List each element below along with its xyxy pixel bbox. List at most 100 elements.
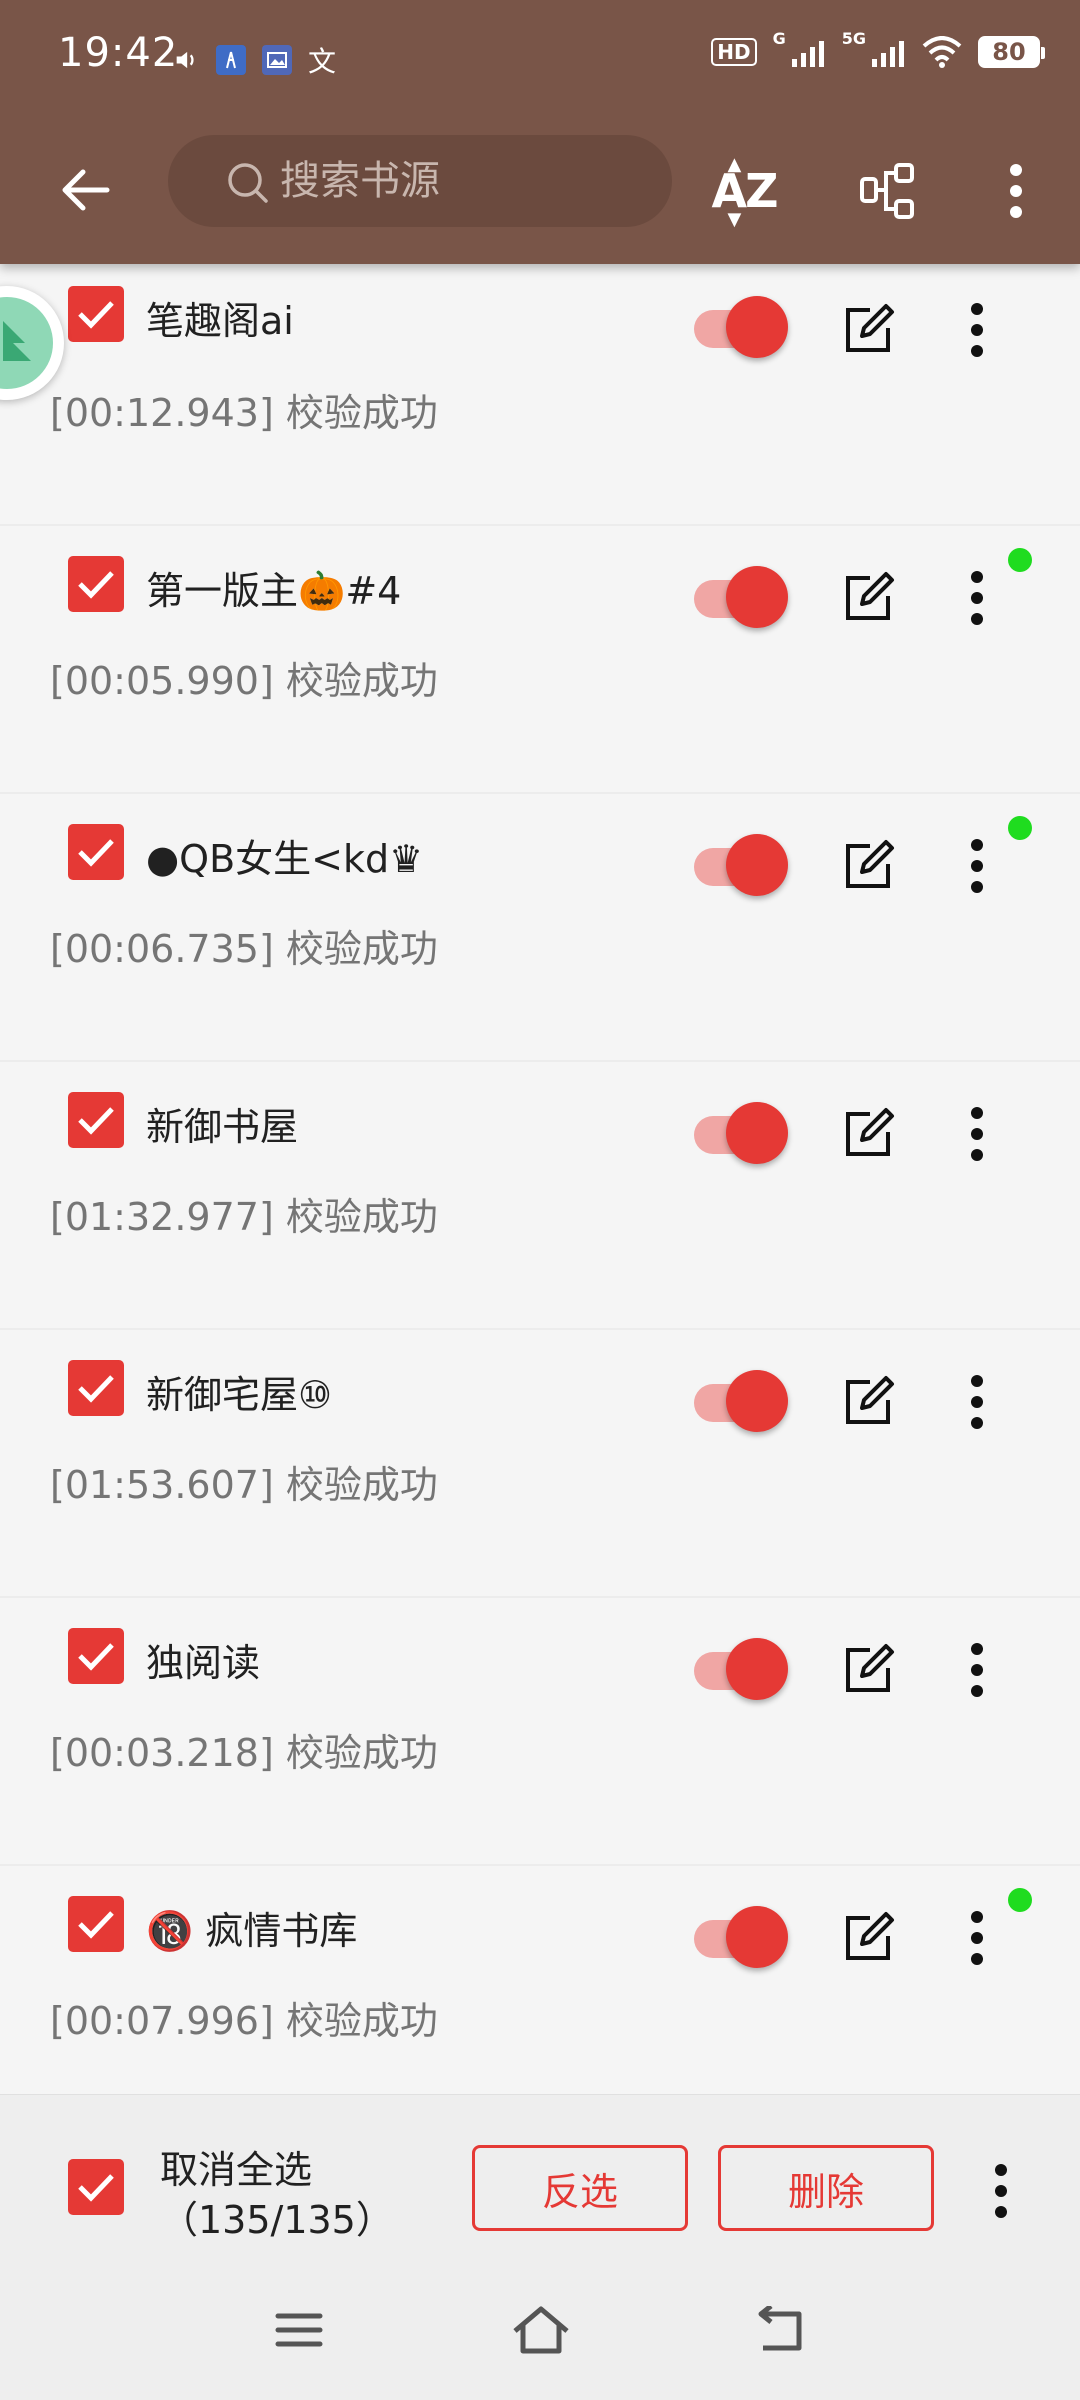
item-checkbox[interactable] (68, 1896, 124, 1952)
source-name: 第一版主🎃#4 (146, 569, 402, 613)
list-item[interactable]: 第一版主🎃#4 [00:05.990] 校验成功 (0, 526, 1080, 794)
status-bar: 19:42 文 HD G 5G 80 (0, 0, 1080, 115)
enable-switch[interactable] (690, 1900, 790, 1970)
more-vert-icon (971, 1643, 983, 1697)
check-icon (78, 1375, 114, 1403)
item-checkbox[interactable] (68, 1360, 124, 1416)
selection-count: （135/135） (160, 2198, 394, 2242)
enable-switch[interactable] (690, 1632, 790, 1702)
arrow-left-icon (62, 169, 110, 211)
source-status: [00:03.218] 校验成功 (50, 1731, 438, 1775)
edit-button[interactable] (836, 566, 900, 630)
source-name: 新御宅屋⑩ (146, 1373, 333, 1417)
more-vert-icon (971, 1911, 983, 1965)
list-item[interactable]: 独阅读 [00:03.218] 校验成功 (0, 1598, 1080, 1866)
check-icon (78, 571, 114, 599)
signal-icon (791, 41, 824, 67)
check-icon (78, 1911, 114, 1939)
source-name: ●QB女生<kd♛ (146, 837, 424, 881)
item-more-button[interactable] (952, 1094, 1002, 1174)
enable-switch[interactable] (690, 290, 790, 360)
list-item[interactable]: 🔞 疯情书库 [00:07.996] 校验成功 (0, 1866, 1080, 2094)
bottom-more-button[interactable] (976, 2151, 1026, 2231)
item-checkbox[interactable] (68, 1628, 124, 1684)
back-icon (758, 2306, 802, 2351)
item-checbox[interactable] (68, 824, 124, 880)
tree-icon (3, 321, 31, 361)
toolbar-more-button[interactable] (968, 143, 1064, 239)
invert-selection-button[interactable]: 反选 (472, 2145, 688, 2231)
updated-dot (1008, 816, 1032, 840)
source-status: [01:53.607] 校验成功 (50, 1463, 438, 1507)
more-vert-icon (971, 303, 983, 357)
check-icon (78, 1107, 114, 1135)
back-button[interactable] (40, 145, 130, 235)
check-icon (78, 839, 114, 867)
edit-icon (846, 304, 894, 352)
home-icon (513, 2306, 569, 2354)
nav-back-button[interactable] (736, 2290, 826, 2370)
status-right-icons: HD G 5G 80 (711, 29, 1045, 68)
updated-dot (1008, 1888, 1032, 1912)
sort-button[interactable]: ▲ AZ ▼ (696, 143, 792, 239)
search-icon (228, 163, 268, 203)
toolbar: ▲AZ▼ (0, 115, 1080, 264)
list-item[interactable]: 新御宅屋⑩ [01:53.607] 校验成功 (0, 1330, 1080, 1598)
edit-button[interactable] (836, 1370, 900, 1434)
more-vert-icon (1010, 164, 1022, 218)
source-status: [00:05.990] 校验成功 (50, 659, 438, 703)
group-button[interactable] (840, 143, 936, 239)
search-box[interactable] (168, 135, 672, 227)
app-icon-gallery (262, 45, 292, 75)
check-icon (78, 1643, 114, 1671)
status-time: 19:42 (58, 30, 179, 76)
enable-switch[interactable] (690, 1096, 790, 1166)
search-input[interactable] (278, 157, 658, 205)
hd-badge: HD (711, 38, 757, 66)
updated-dot (1008, 548, 1032, 572)
more-vert-icon (995, 2164, 1007, 2218)
enable-switch[interactable] (690, 560, 790, 630)
item-more-button[interactable] (952, 558, 1002, 638)
more-vert-icon (971, 1375, 983, 1429)
volume-icon (176, 51, 194, 69)
deselect-all-label[interactable]: 取消全选 (160, 2139, 312, 2194)
app-icon-blue (216, 45, 246, 75)
item-more-button[interactable] (952, 1898, 1002, 1978)
check-icon (78, 301, 114, 329)
edit-button[interactable] (836, 834, 900, 898)
item-more-button[interactable] (952, 290, 1002, 370)
source-name: 🔞 疯情书库 (146, 1909, 358, 1953)
list-item[interactable]: 笔趣阁ai [00:12.943] 校验成功 (0, 264, 1080, 526)
battery-indicator: 80 (978, 36, 1045, 68)
delete-button[interactable]: 删除 (718, 2145, 934, 2231)
item-more-button[interactable] (952, 826, 1002, 906)
item-checkbox[interactable] (68, 556, 124, 612)
list-item[interactable]: ●QB女生<kd♛ [00:06.735] 校验成功 (0, 794, 1080, 1062)
app-header: 19:42 文 HD G 5G 80 搜索书源 ▲ AZ ▼ (0, 0, 1080, 264)
item-more-button[interactable] (952, 1630, 1002, 1710)
status-left-icons: 文 (172, 40, 336, 80)
sim1-label: G (772, 28, 786, 48)
source-name: 新御书屋 (146, 1105, 299, 1149)
item-checkbox[interactable] (68, 286, 124, 342)
edit-button[interactable] (836, 1638, 900, 1702)
enable-switch[interactable] (690, 828, 790, 898)
edit-icon (846, 572, 894, 620)
enable-switch[interactable] (690, 1364, 790, 1434)
edit-button[interactable] (836, 1102, 900, 1166)
nav-recents-button[interactable] (254, 2290, 344, 2370)
list-item[interactable]: 新御书屋 [01:32.977] 校验成功 (0, 1062, 1080, 1330)
edit-button[interactable] (836, 298, 900, 362)
more-vert-icon (971, 1107, 983, 1161)
item-more-button[interactable] (952, 1362, 1002, 1442)
source-name: 笔趣阁ai (146, 299, 294, 343)
check-icon (78, 2174, 114, 2202)
item-checkbox[interactable] (68, 1092, 124, 1148)
more-vert-icon (971, 839, 983, 893)
edit-button[interactable] (836, 1906, 900, 1970)
menu-icon (275, 2313, 323, 2347)
nav-home-button[interactable] (496, 2290, 586, 2370)
more-vert-icon (971, 571, 983, 625)
select-all-checkbox[interactable] (68, 2159, 124, 2215)
